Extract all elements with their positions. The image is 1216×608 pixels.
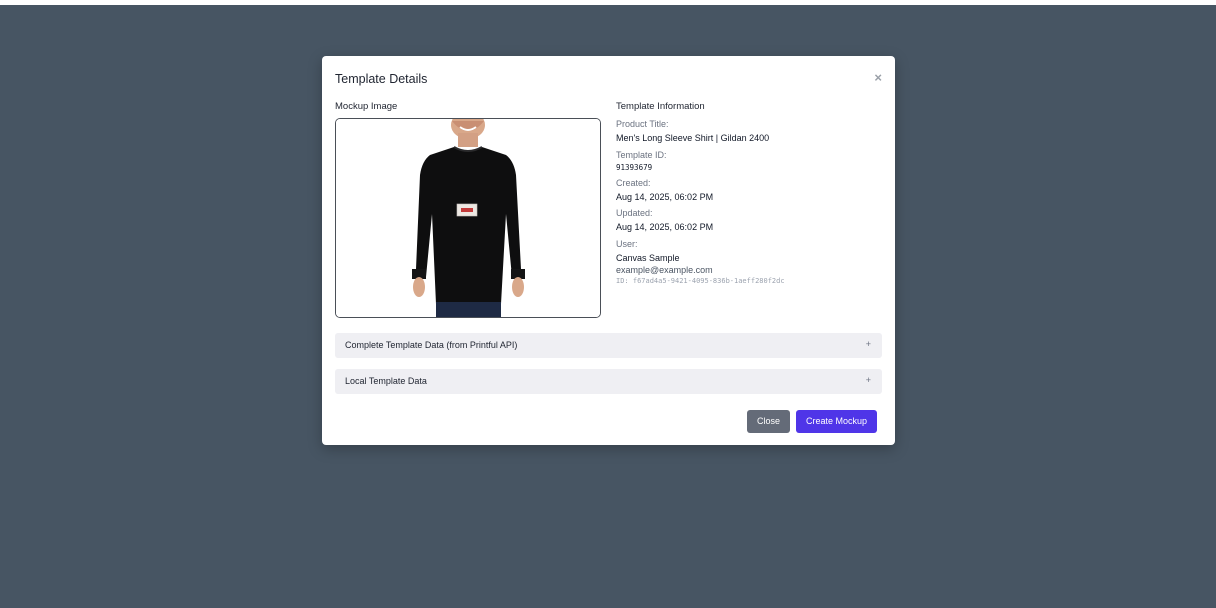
template-id-value: 91393679 xyxy=(616,163,653,172)
long-sleeve-shirt-photo xyxy=(336,119,600,317)
product-title-field: Product Title: Men's Long Sleeve Shirt |… xyxy=(616,119,769,144)
modal-title: Template Details xyxy=(335,72,428,86)
user-id: ID: f67ad4a5-9421-4095-836b-1aeff280f2dc xyxy=(616,277,785,285)
create-mockup-button[interactable]: Create Mockup xyxy=(796,410,877,433)
accordion-complete-template-data[interactable]: Complete Template Data (from Printful AP… xyxy=(335,333,882,358)
template-id-label: Template ID: xyxy=(616,150,667,160)
product-title-value: Men's Long Sleeve Shirt | Gildan 2400 xyxy=(616,133,770,143)
expand-icon[interactable]: + xyxy=(866,339,871,349)
updated-field: Updated: Aug 14, 2025, 06:02 PM xyxy=(616,208,713,233)
user-field: User: Canvas Sample example@example.com … xyxy=(616,239,785,286)
user-label: User: xyxy=(616,239,638,249)
created-label: Created: xyxy=(616,178,651,188)
mockup-image-label: Mockup Image xyxy=(335,101,398,112)
expand-icon[interactable]: + xyxy=(866,375,871,385)
user-email: example@example.com xyxy=(616,265,713,275)
created-value: Aug 14, 2025, 06:02 PM xyxy=(616,192,714,202)
accordion-label: Local Template Data xyxy=(345,376,427,386)
top-strip xyxy=(0,0,1216,5)
template-details-modal: Template Details × Mockup Image Template… xyxy=(322,56,895,445)
close-button[interactable]: Close xyxy=(747,410,790,433)
mockup-image xyxy=(335,118,601,318)
template-id-field: Template ID: 91393679 xyxy=(616,150,667,173)
user-name: Canvas Sample xyxy=(616,253,680,263)
accordion-local-template-data[interactable]: Local Template Data + xyxy=(335,369,882,394)
template-information-label: Template Information xyxy=(616,101,705,112)
updated-label: Updated: xyxy=(616,208,653,218)
accordion-label: Complete Template Data (from Printful AP… xyxy=(345,340,518,350)
updated-value: Aug 14, 2025, 06:02 PM xyxy=(616,222,714,232)
close-icon[interactable]: × xyxy=(874,71,882,85)
product-title-label: Product Title: xyxy=(616,119,669,129)
created-field: Created: Aug 14, 2025, 06:02 PM xyxy=(616,178,713,203)
